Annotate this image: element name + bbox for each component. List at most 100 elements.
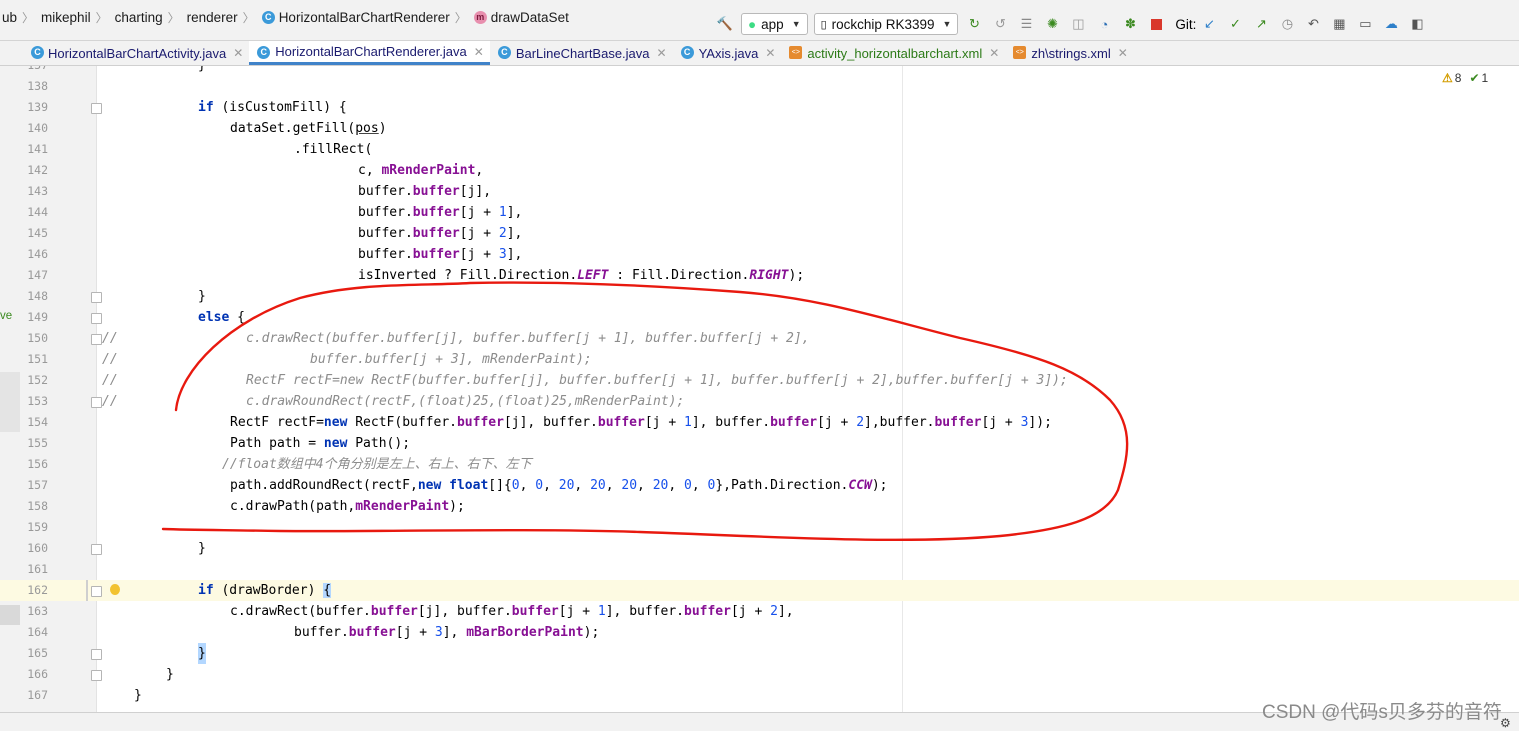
chevron-right-icon: 〉 bbox=[167, 10, 180, 25]
apply-code-changes-icon[interactable]: ↺ bbox=[992, 16, 1008, 32]
code-line: 151 // buffer.buffer[j + 3], mRenderPain… bbox=[27, 352, 592, 367]
close-icon[interactable]: ✕ bbox=[765, 46, 775, 60]
breadcrumb-item-class[interactable]: C HorizontalBarChartRenderer bbox=[260, 10, 452, 25]
coverage-icon[interactable]: ◫ bbox=[1070, 16, 1086, 32]
device-icon: ▯ bbox=[820, 18, 827, 31]
fold-marker[interactable] bbox=[91, 397, 102, 408]
gear-icon[interactable]: ⚙ bbox=[1500, 716, 1511, 730]
build-hammer-icon[interactable]: 🔨 bbox=[717, 16, 733, 32]
code-line: 157 path.addRoundRect(rectF,new float[]{… bbox=[27, 478, 888, 493]
tab-activity-horizontalbarchart-xml[interactable]: <> activity_horizontalbarchart.xml ✕ bbox=[781, 41, 1005, 65]
code-line: 137 } bbox=[0, 66, 1519, 76]
code-line: 156 //float数组中4个角分别是左上、右上、右下、左下 bbox=[27, 457, 532, 472]
project-structure-icon[interactable]: ▦ bbox=[1331, 16, 1347, 32]
run-toolbar: 🔨 ● app ▼ ▯ rockchip RK3399 ▼ ↻ ↺ ☰ ✺ ◫ ◔ … bbox=[712, 12, 1430, 36]
code-line: 143 buffer.buffer[j], bbox=[27, 184, 492, 199]
close-icon[interactable]: ✕ bbox=[989, 46, 999, 60]
code-line-current: 162 if (drawBorder) { bbox=[0, 580, 1519, 601]
code-line: 153 // c.drawRoundRect(rectF,(float)25,(… bbox=[27, 394, 685, 409]
close-icon[interactable]: ✕ bbox=[657, 46, 667, 60]
code-line: 161 bbox=[27, 562, 48, 576]
code-line: 147 isInverted ? Fill.Direction.LEFT : F… bbox=[27, 268, 805, 283]
breadcrumb-item[interactable]: ub bbox=[0, 10, 19, 25]
breadcrumb-item[interactable]: charting bbox=[113, 10, 165, 25]
lightbulb-icon[interactable] bbox=[110, 584, 120, 595]
code-line: 159 bbox=[27, 520, 48, 534]
class-icon: C bbox=[497, 46, 511, 59]
chevron-down-icon: ▼ bbox=[942, 19, 952, 29]
code-line: 155 Path path = new Path(); bbox=[27, 436, 411, 451]
code-line: 139 if (isCustomFill) { bbox=[27, 100, 347, 115]
class-icon: C bbox=[257, 46, 271, 59]
side-panel-edge bbox=[0, 372, 20, 432]
breadcrumb-item[interactable]: renderer bbox=[185, 10, 240, 25]
code-line: 149 else { bbox=[27, 310, 245, 325]
git-update-icon[interactable]: ↙ bbox=[1201, 16, 1217, 32]
profiler-icon[interactable]: ◔ bbox=[1096, 16, 1112, 32]
code-line: 163 c.drawRect(buffer.buffer[j], buffer.… bbox=[27, 604, 794, 619]
git-commit-icon[interactable]: ✓ bbox=[1227, 16, 1243, 32]
side-panel-edge bbox=[0, 605, 20, 625]
code-line: 145 buffer.buffer[j + 2], bbox=[27, 226, 523, 241]
code-line: 146 buffer.buffer[j + 3], bbox=[27, 247, 523, 262]
code-line: 141 .fillRect( bbox=[27, 142, 373, 157]
android-icon: ● bbox=[748, 16, 757, 32]
fold-marker[interactable] bbox=[91, 544, 102, 555]
chevron-down-icon: ▼ bbox=[791, 19, 801, 29]
close-icon[interactable]: ✕ bbox=[1118, 46, 1128, 60]
side-panel-clipped-text: ve bbox=[0, 310, 13, 322]
device-select[interactable]: ▯ rockchip RK3399 ▼ bbox=[813, 13, 959, 35]
stop-icon[interactable] bbox=[1148, 16, 1164, 32]
fold-marker[interactable] bbox=[91, 103, 102, 114]
change-marker bbox=[86, 580, 88, 601]
fold-marker[interactable] bbox=[91, 334, 102, 345]
fold-marker[interactable] bbox=[91, 586, 102, 597]
breadcrumb-item-method[interactable]: m drawDataSet bbox=[472, 10, 571, 25]
chevron-right-icon: 〉 bbox=[22, 10, 35, 25]
device-manager-icon[interactable]: ◧ bbox=[1409, 16, 1425, 32]
sdk-manager-icon[interactable]: ☁ bbox=[1383, 16, 1399, 32]
close-icon[interactable]: ✕ bbox=[474, 45, 484, 59]
code-line: 165 } bbox=[0, 643, 1519, 664]
tab-horizontalbarchartrenderer[interactable]: C HorizontalBarChartRenderer.java ✕ bbox=[249, 41, 490, 65]
code-line: 150 // c.drawRect(buffer.buffer[j], buff… bbox=[27, 331, 810, 346]
tab-strings-xml[interactable]: <> zh\strings.xml ✕ bbox=[1005, 41, 1134, 65]
editor-tabs: C HorizontalBarChartActivity.java ✕ C Ho… bbox=[0, 41, 1519, 66]
watermark: CSDN @代码s贝多芬的音符 bbox=[1262, 702, 1502, 723]
code-line: 164 buffer.buffer[j + 3], mBarBorderPain… bbox=[27, 625, 600, 640]
avd-manager-icon[interactable]: ▭ bbox=[1357, 16, 1373, 32]
logcat-icon[interactable]: ☰ bbox=[1018, 16, 1034, 32]
git-label: Git: bbox=[1175, 16, 1197, 32]
breadcrumb: ub 〉 mikephil 〉 charting 〉 renderer 〉 C Horiz… bbox=[0, 6, 571, 28]
chevron-right-icon: 〉 bbox=[242, 10, 255, 25]
tab-horizontalbarchartactivity[interactable]: C HorizontalBarChartActivity.java ✕ bbox=[0, 41, 249, 65]
rollback-icon[interactable]: ↶ bbox=[1305, 16, 1321, 32]
code-line: 140 dataSet.getFill(pos) bbox=[27, 121, 387, 136]
class-icon: C bbox=[680, 46, 694, 59]
apply-changes-icon[interactable]: ↻ bbox=[966, 16, 982, 32]
fold-marker[interactable] bbox=[91, 292, 102, 303]
fold-marker[interactable] bbox=[91, 313, 102, 324]
attach-debugger-icon[interactable]: ✽ bbox=[1122, 16, 1138, 32]
close-icon[interactable]: ✕ bbox=[233, 46, 243, 60]
git-push-icon[interactable]: ↗ bbox=[1253, 16, 1269, 32]
history-icon[interactable]: ◷ bbox=[1279, 16, 1295, 32]
fold-marker[interactable] bbox=[91, 649, 102, 660]
code-line: 158 c.drawPath(path,mRenderPaint); bbox=[27, 499, 465, 514]
code-editor[interactable]: ⚠8 ✔1 137 } 138 139 if (isCustomFill) { … bbox=[0, 66, 1519, 712]
debug-icon[interactable]: ✺ bbox=[1044, 16, 1060, 32]
class-icon: C bbox=[261, 10, 275, 24]
code-line: 138 bbox=[27, 79, 48, 93]
navigation-toolbar: ub 〉 mikephil 〉 charting 〉 renderer 〉 C Horiz… bbox=[0, 0, 1519, 41]
code-line: 154 RectF rectF=new RectF(buffer.buffer[… bbox=[27, 415, 1052, 430]
code-line: 148 } bbox=[27, 289, 206, 304]
fold-marker[interactable] bbox=[91, 670, 102, 681]
class-icon: C bbox=[31, 46, 44, 59]
tab-yaxis[interactable]: C YAxis.java ✕ bbox=[673, 41, 782, 65]
tab-barlinechartbase[interactable]: C BarLineChartBase.java ✕ bbox=[490, 41, 673, 65]
code-line: 160 } bbox=[27, 541, 206, 556]
breadcrumb-item[interactable]: mikephil bbox=[39, 10, 93, 25]
xml-icon: <> bbox=[1013, 46, 1027, 59]
run-configuration-select[interactable]: ● app ▼ bbox=[741, 13, 808, 35]
chevron-right-icon: 〉 bbox=[95, 10, 108, 25]
